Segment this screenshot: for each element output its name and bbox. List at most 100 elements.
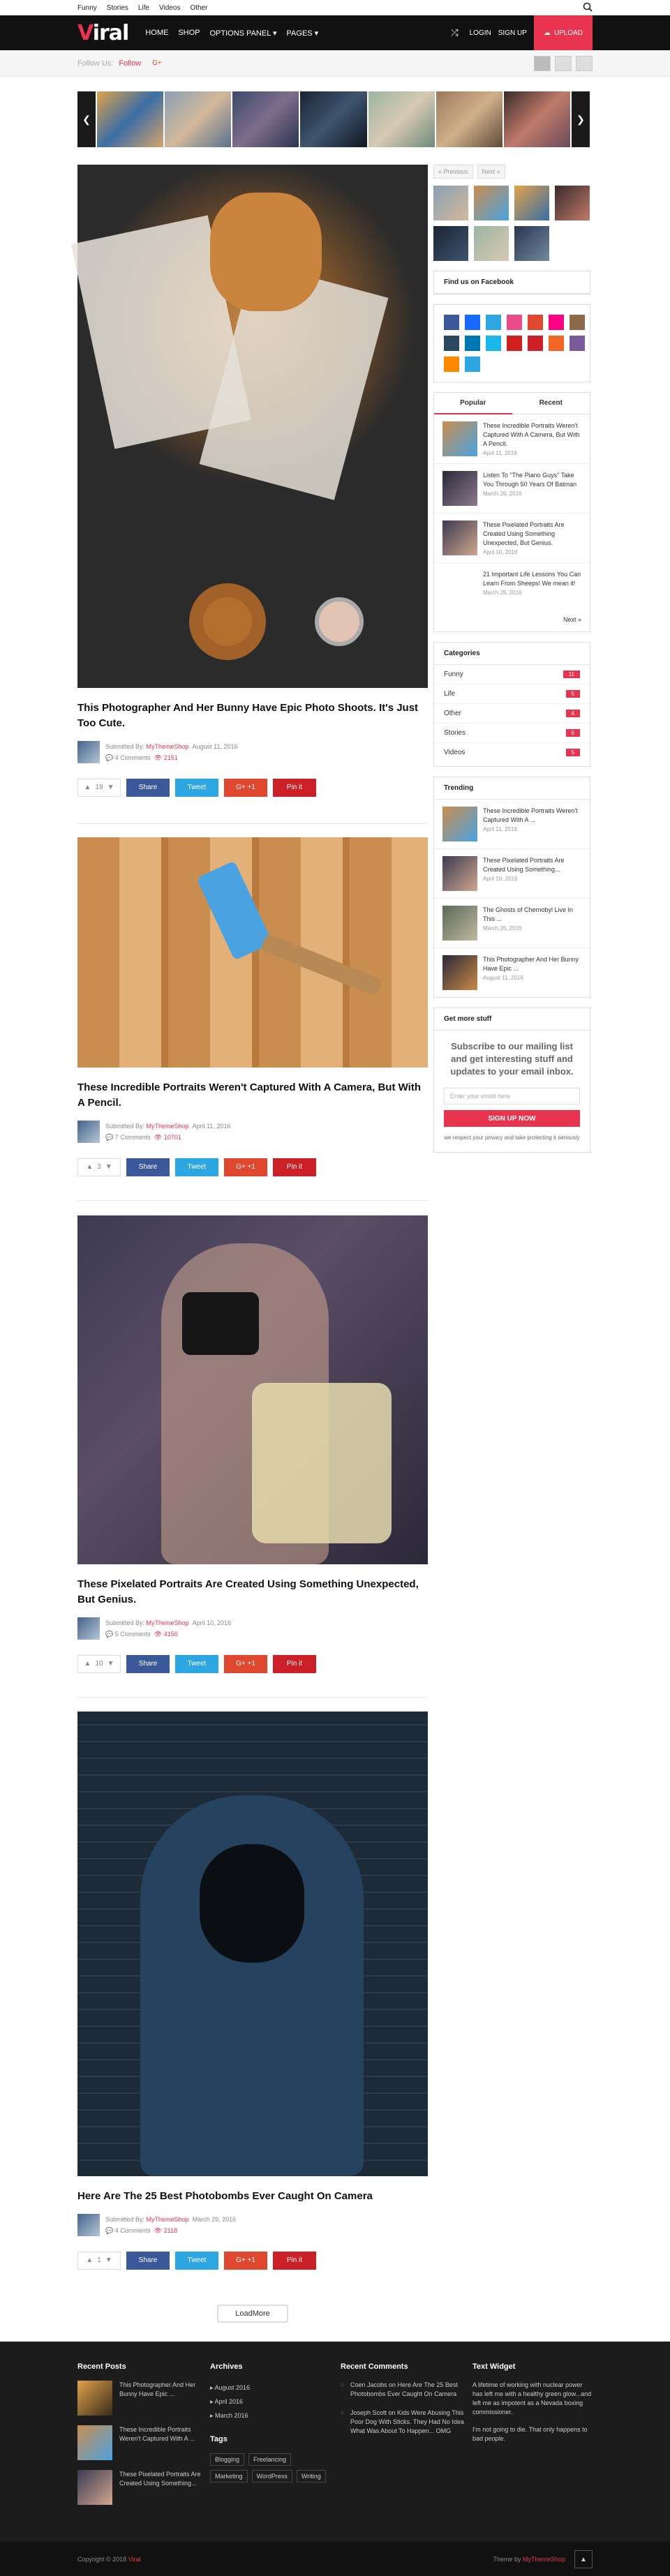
topbar-link-videos[interactable]: Videos xyxy=(159,4,180,12)
tag-link[interactable]: Marketing xyxy=(210,2470,248,2483)
comments-count[interactable]: 4 Comments xyxy=(115,754,151,761)
topbar-link-life[interactable]: Life xyxy=(138,4,149,12)
item-title[interactable]: These Incredible Portraits Weren't Captu… xyxy=(119,2425,203,2460)
twitter-share-button[interactable]: Tweet xyxy=(175,2251,218,2270)
upvote-icon[interactable]: ▲ xyxy=(84,784,91,791)
avatar[interactable] xyxy=(77,740,100,763)
email-field[interactable]: Enter your email here xyxy=(444,1088,580,1104)
upvote-icon[interactable]: ▲ xyxy=(84,1660,91,1668)
shuffle-icon[interactable]: ⤮ xyxy=(451,27,458,38)
list-view-button[interactable] xyxy=(534,56,551,71)
list-item[interactable]: This Photographer And Her Bunny Have Epi… xyxy=(434,948,590,997)
login-link[interactable]: LOGIN xyxy=(470,29,491,37)
pinterest-share-button[interactable]: Pin it xyxy=(273,2251,316,2270)
category-item[interactable]: Other 4 xyxy=(434,704,590,724)
comments-count[interactable]: 7 Comments xyxy=(115,1134,151,1141)
slider-next-arrow[interactable]: ❯ xyxy=(571,91,590,147)
category-item[interactable]: Life 5 xyxy=(434,684,590,704)
post-title[interactable]: Here Are The 25 Best Photobombs Ever Cau… xyxy=(77,2189,428,2204)
downvote-icon[interactable]: ▼ xyxy=(107,1660,114,1668)
author-link[interactable]: MyThemeShop xyxy=(147,2216,189,2223)
archive-item[interactable]: ▸ August 2016 xyxy=(210,2381,336,2395)
follow-link[interactable]: Follow xyxy=(119,59,141,68)
google-plus-icon[interactable]: G+ xyxy=(152,59,162,67)
downvote-icon[interactable]: ▼ xyxy=(107,784,114,791)
facebook-share-button[interactable]: Share xyxy=(126,2251,170,2270)
slider-thumb[interactable] xyxy=(368,91,435,147)
facebook-share-button[interactable]: Share xyxy=(126,778,170,797)
item-title[interactable]: These Incredible Portraits Weren't Captu… xyxy=(483,807,581,825)
gplus-share-button[interactable]: G+ +1 xyxy=(224,2251,267,2270)
tab-popular[interactable]: Popular xyxy=(434,393,512,414)
signup-now-button[interactable]: SIGN UP NOW xyxy=(444,1110,580,1127)
item-title[interactable]: 21 Important Life Lessons You Can Learn … xyxy=(483,570,581,588)
load-more-button[interactable]: LoadMore xyxy=(217,2305,288,2323)
slider-prev-arrow[interactable]: ❮ xyxy=(77,91,96,147)
stumbleupon-icon[interactable] xyxy=(465,357,480,372)
item-title[interactable]: These Incredible Portraits Weren't Captu… xyxy=(483,421,581,449)
gallery-thumb[interactable] xyxy=(474,186,509,220)
category-item[interactable]: Videos 5 xyxy=(434,743,590,766)
tab-recent[interactable]: Recent xyxy=(512,393,590,414)
list-item[interactable]: These Pixelated Portraits Are Created Us… xyxy=(434,849,590,899)
footer-list-item[interactable]: These Incredible Portraits Weren't Captu… xyxy=(77,2425,203,2460)
grid-view-button[interactable] xyxy=(555,56,572,71)
slider-thumb[interactable] xyxy=(165,91,232,147)
slider-thumb[interactable] xyxy=(232,91,299,147)
gplus-share-button[interactable]: G+ +1 xyxy=(224,1654,267,1673)
topbar-link-stories[interactable]: Stories xyxy=(107,4,128,12)
tag-link[interactable]: WordPress xyxy=(251,2470,292,2483)
topbar-link-funny[interactable]: Funny xyxy=(77,4,97,12)
comments-count[interactable]: 5 Comments xyxy=(115,1631,151,1638)
gallery-thumb[interactable] xyxy=(555,186,590,220)
avatar[interactable] xyxy=(77,2213,100,2236)
twitter-share-button[interactable]: Tweet xyxy=(175,1654,218,1673)
post-image-photographer[interactable] xyxy=(77,1215,428,1564)
footer-list-item[interactable]: These Pixelated Portraits Are Created Us… xyxy=(77,2470,203,2505)
category-item[interactable]: Stories 6 xyxy=(434,724,590,743)
post-image-hoodie[interactable] xyxy=(77,1712,428,2176)
instagram-icon[interactable] xyxy=(570,315,585,330)
back-to-top-button[interactable]: ▲ xyxy=(574,2550,593,2568)
theme-brand-link[interactable]: MyThemeShop xyxy=(523,2556,565,2563)
upload-button[interactable]: ☁ UPLOAD xyxy=(533,15,593,50)
avatar[interactable] xyxy=(77,1120,100,1143)
gplus-share-button[interactable]: G+ +1 xyxy=(224,1158,267,1176)
search-icon[interactable] xyxy=(583,2,593,12)
pinterest-share-button[interactable]: Pin it xyxy=(273,1158,316,1176)
popular-next-link[interactable]: Next » xyxy=(434,612,590,631)
downvote-icon[interactable]: ▼ xyxy=(105,1163,112,1171)
item-title[interactable]: Listen To "The Piano Guys" Take You Thro… xyxy=(483,471,581,489)
topbar-link-other[interactable]: Other xyxy=(190,4,207,12)
post-image-paintbrush[interactable] xyxy=(77,837,428,1068)
gallery-thumb[interactable] xyxy=(474,226,509,261)
item-title[interactable]: These Pixelated Portraits Are Created Us… xyxy=(483,856,581,874)
site-logo[interactable]: Viral xyxy=(77,21,129,45)
slider-thumb[interactable] xyxy=(97,91,164,147)
author-link[interactable]: MyThemeShop xyxy=(147,1123,189,1130)
vimeo-icon[interactable] xyxy=(486,336,501,351)
pinterest-share-button[interactable]: Pin it xyxy=(273,1654,316,1673)
post-title[interactable]: These Pixelated Portraits Are Created Us… xyxy=(77,1577,428,1608)
list-item[interactable]: These Incredible Portraits Weren't Captu… xyxy=(434,800,590,849)
upvote-icon[interactable]: ▲ xyxy=(86,2256,93,2264)
slider-thumb[interactable] xyxy=(300,91,367,147)
gplus-share-button[interactable]: G+ +1 xyxy=(224,778,267,797)
twitter-share-button[interactable]: Tweet xyxy=(175,778,218,797)
list-item[interactable]: 21 Important Life Lessons You Can Learn … xyxy=(434,563,590,612)
author-link[interactable]: MyThemeShop xyxy=(147,743,189,750)
list-item[interactable]: These Incredible Portraits Weren't Captu… xyxy=(434,414,590,464)
slider-thumb[interactable] xyxy=(503,91,570,147)
facebook-share-button[interactable]: Share xyxy=(126,1158,170,1176)
item-title[interactable]: This Photographer And Her Bunny Have Epi… xyxy=(483,955,581,973)
facebook-share-button[interactable]: Share xyxy=(126,1654,170,1673)
list-item[interactable]: These Pixelated Portraits Are Created Us… xyxy=(434,514,590,563)
recent-comment[interactable]: Coen Jacobs on Here Are The 25 Best Phot… xyxy=(341,2381,466,2399)
facebook-icon[interactable] xyxy=(444,315,459,330)
flickr-icon[interactable] xyxy=(549,315,564,330)
category-item[interactable]: Funny 11 xyxy=(434,665,590,684)
soundcloud-icon[interactable] xyxy=(444,357,459,372)
pinterest-icon[interactable] xyxy=(528,336,543,351)
github-icon[interactable] xyxy=(570,336,585,351)
behance-icon[interactable] xyxy=(465,315,480,330)
